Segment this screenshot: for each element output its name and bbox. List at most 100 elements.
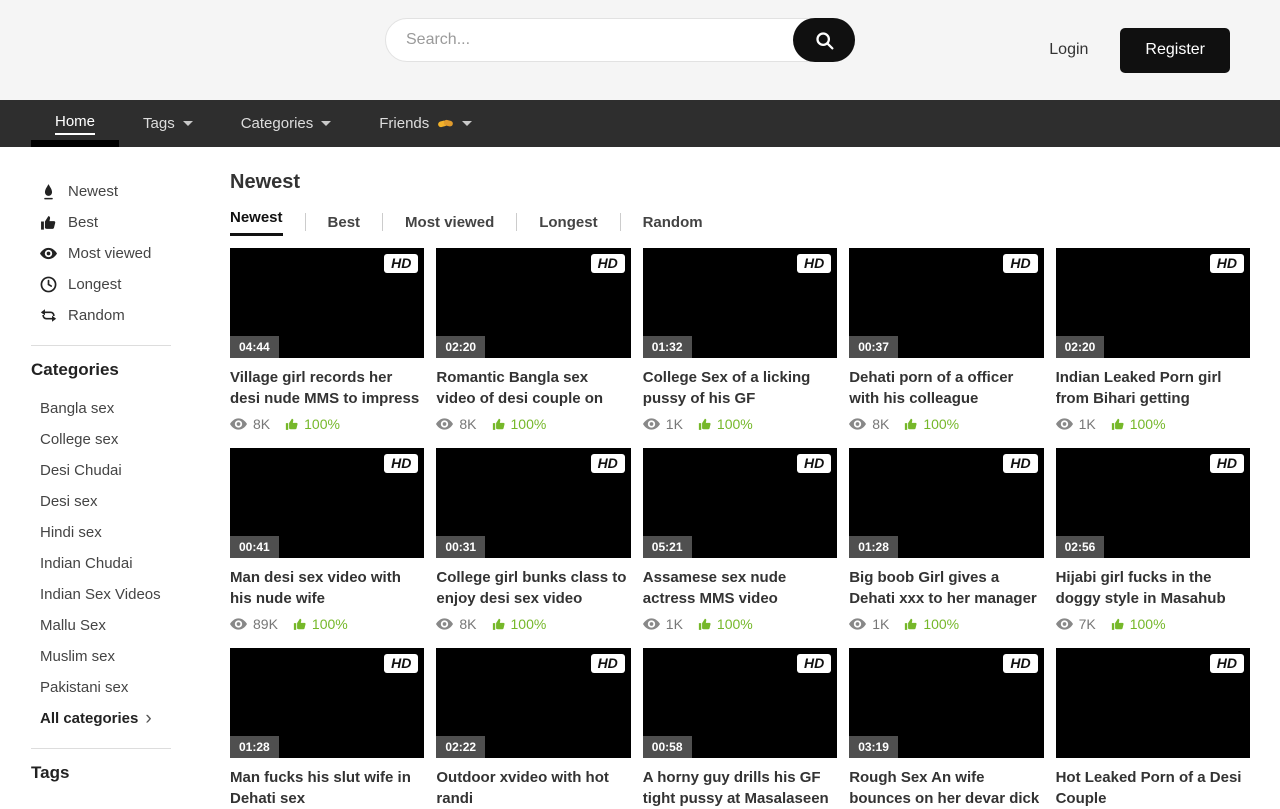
video-meta: 7K 100% [1056,616,1250,632]
sidebar-sort-longest[interactable]: Longest [40,269,230,300]
video-title[interactable]: Village girl records her desi nude MMS t… [230,367,424,409]
video-card[interactable]: HD 00:58 A horny guy drills his GF tight… [643,648,837,809]
tab-longest[interactable]: Longest [517,214,619,231]
chevron-down-icon [321,121,331,126]
video-title[interactable]: Dehati porn of a officer with his collea… [849,367,1043,409]
sidebar-category-pakistani-sex[interactable]: Pakistani sex [40,672,230,703]
view-count: 89K [230,616,278,632]
video-card[interactable]: HD 00:41 Man desi sex video with his nud… [230,448,424,632]
register-button[interactable]: Register [1120,28,1230,73]
video-card[interactable]: HD 00:31 College girl bunks class to enj… [436,448,630,632]
view-count: 1K [643,416,683,432]
video-thumbnail[interactable]: HD 00:31 [436,448,630,558]
view-count-value: 1K [1079,416,1096,432]
video-card[interactable]: HD 02:20 Indian Leaked Porn girl from Bi… [1056,248,1250,432]
view-count-value: 1K [666,416,683,432]
video-card[interactable]: HD 01:32 College Sex of a licking pussy … [643,248,837,432]
sidebar-sort-best[interactable]: Best [40,207,230,238]
video-thumbnail[interactable]: HD 00:37 [849,248,1043,358]
all-categories-link[interactable]: All categories › [31,703,230,734]
nav-item-categories[interactable]: Categories [217,100,356,147]
video-card[interactable]: HD 03:19 Rough Sex An wife bounces on he… [849,648,1043,809]
video-thumbnail[interactable]: HD 05:21 [643,448,837,558]
thumbs-up-icon [904,617,918,631]
duration-badge: 05:21 [643,536,692,558]
sidebar-category-mallu-sex[interactable]: Mallu Sex [40,610,230,641]
sidebar-sort-random[interactable]: Random [40,300,230,331]
header: Login Register [0,0,1280,100]
video-thumbnail[interactable]: HD 02:56 [1056,448,1250,558]
video-meta: 8K 100% [436,616,630,632]
video-thumbnail[interactable]: HD 00:41 [230,448,424,558]
video-title[interactable]: Outdoor xvideo with hot randi [436,767,630,809]
video-title[interactable]: College Sex of a licking pussy of his GF [643,367,837,409]
sidebar-category-college-sex[interactable]: College sex [40,424,230,455]
pen-icon [40,183,57,200]
nav-item-friends[interactable]: Friends [355,100,496,147]
video-title[interactable]: Man fucks his slut wife in Dehati sex [230,767,424,809]
like-rating-value: 100% [312,616,348,632]
thumbs-up-icon [904,417,918,431]
view-count-value: 8K [253,416,270,432]
nav-item-home[interactable]: Home [31,100,119,147]
video-card[interactable]: HD Hot Leaked Porn of a Desi Couple [1056,648,1250,809]
thumbs-up-icon [40,214,57,231]
search-input[interactable] [385,18,855,62]
eye-icon [230,618,247,630]
video-meta: 8K 100% [230,416,424,432]
sidebar-category-muslim-sex[interactable]: Muslim sex [40,641,230,672]
video-card[interactable]: HD 01:28 Big boob Girl gives a Dehati xx… [849,448,1043,632]
video-title[interactable]: Man desi sex video with his nude wife [230,567,424,609]
video-card[interactable]: HD 02:56 Hijabi girl fucks in the doggy … [1056,448,1250,632]
video-thumbnail[interactable]: HD 04:44 [230,248,424,358]
video-title[interactable]: Hot Leaked Porn of a Desi Couple [1056,767,1250,809]
view-count-value: 1K [666,616,683,632]
video-card[interactable]: HD 05:21 Assamese sex nude actress MMS v… [643,448,837,632]
video-card[interactable]: HD 02:20 Romantic Bangla sex video of de… [436,248,630,432]
video-thumbnail[interactable]: HD 02:20 [436,248,630,358]
sidebar-category-desi-sex[interactable]: Desi sex [40,486,230,517]
tab-newest[interactable]: Newest [230,209,305,236]
video-meta: 1K 100% [1056,416,1250,432]
nav-item-tags[interactable]: Tags [119,100,217,147]
video-title[interactable]: Rough Sex An wife bounces on her devar d… [849,767,1043,809]
tab-best[interactable]: Best [306,214,383,231]
video-title[interactable]: A horny guy drills his GF tight pussy at… [643,767,837,809]
sidebar-category-list: Bangla sexCollege sexDesi ChudaiDesi sex… [31,393,230,703]
sidebar-category-indian-sex-videos[interactable]: Indian Sex Videos [40,579,230,610]
sidebar-sort-newest[interactable]: Newest [40,176,230,207]
search-button[interactable] [793,18,855,62]
chevron-down-icon [462,121,472,126]
sidebar-sort-most-viewed[interactable]: Most viewed [40,238,230,269]
video-thumbnail[interactable]: HD 02:22 [436,648,630,758]
video-title[interactable]: College girl bunks class to enjoy desi s… [436,567,630,609]
video-thumbnail[interactable]: HD 01:28 [230,648,424,758]
video-thumbnail[interactable]: HD 03:19 [849,648,1043,758]
view-count: 8K [230,416,270,432]
video-thumbnail[interactable]: HD 01:32 [643,248,837,358]
video-title[interactable]: Romantic Bangla sex video of desi couple… [436,367,630,409]
video-title[interactable]: Big boob Girl gives a Dehati xxx to her … [849,567,1043,609]
video-thumbnail[interactable]: HD 00:58 [643,648,837,758]
tab-random[interactable]: Random [621,214,725,231]
video-thumbnail[interactable]: HD 01:28 [849,448,1043,558]
video-thumbnail[interactable]: HD 02:20 [1056,248,1250,358]
video-meta: 1K 100% [849,616,1043,632]
login-link[interactable]: Login [1049,41,1088,59]
sidebar-category-desi-chudai[interactable]: Desi Chudai [40,455,230,486]
hd-badge: HD [1210,654,1244,673]
like-rating: 100% [1111,416,1166,432]
sidebar-category-indian-chudai[interactable]: Indian Chudai [40,548,230,579]
video-thumbnail[interactable]: HD [1056,648,1250,758]
sidebar-category-bangla-sex[interactable]: Bangla sex [40,393,230,424]
video-title[interactable]: Indian Leaked Porn girl from Bihari gett… [1056,367,1250,409]
sidebar-category-hindi-sex[interactable]: Hindi sex [40,517,230,548]
video-card[interactable]: HD 04:44 Village girl records her desi n… [230,248,424,432]
video-card[interactable]: HD 01:28 Man fucks his slut wife in Deha… [230,648,424,809]
video-title[interactable]: Assamese sex nude actress MMS video [643,567,837,609]
video-card[interactable]: HD 02:22 Outdoor xvideo with hot randi [436,648,630,809]
video-title[interactable]: Hijabi girl fucks in the doggy style in … [1056,567,1250,609]
tab-most-viewed[interactable]: Most viewed [383,214,516,231]
video-card[interactable]: HD 00:37 Dehati porn of a officer with h… [849,248,1043,432]
video-meta: 1K 100% [643,416,837,432]
